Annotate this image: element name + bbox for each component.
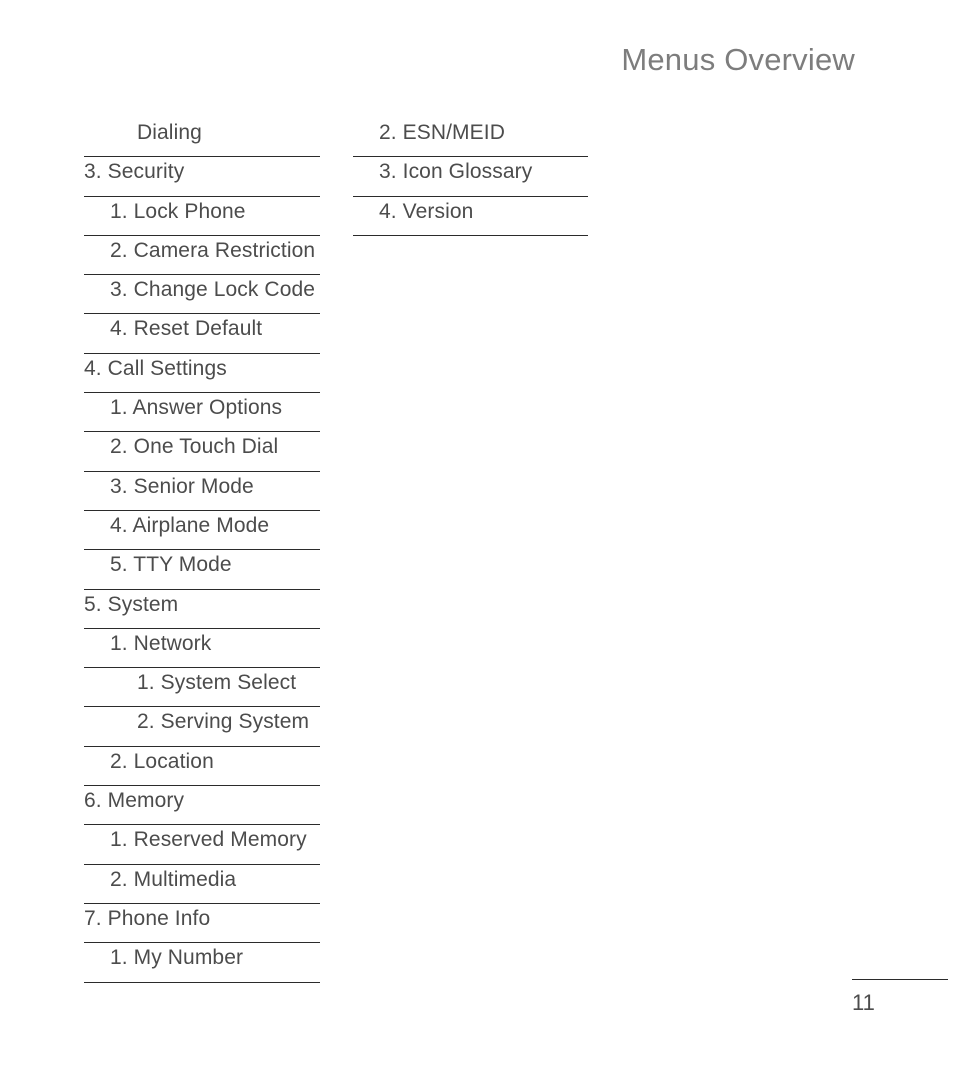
menu-item-label: 2. One Touch Dial xyxy=(110,435,279,459)
menu-item-label: 7. Phone Info xyxy=(84,906,211,930)
menu-item-label: 3. Change Lock Code xyxy=(110,278,316,302)
menu-item-label: 4. Reset Default xyxy=(110,317,263,341)
menu-item-row: 2. Location xyxy=(84,747,320,787)
menu-item-row: 2. ESN/MEID xyxy=(353,118,588,158)
menu-item-row: Dialing xyxy=(84,118,320,158)
menu-item-row: 1. Reserved Memory xyxy=(84,825,320,865)
menu-item-row: 4. Call Settings xyxy=(84,354,320,394)
menu-item-row: 6. Memory xyxy=(84,786,320,826)
menu-item-label: 5. System xyxy=(84,592,179,616)
menu-item-label: 3. Senior Mode xyxy=(110,474,254,498)
menu-item-label: 2. Location xyxy=(110,749,214,773)
menu-item-label: 1. My Number xyxy=(110,946,244,970)
menu-item-label: 1. System Select xyxy=(137,671,297,695)
menu-item-label: 4. Call Settings xyxy=(84,356,227,380)
menu-item-row: 5. System xyxy=(84,590,320,629)
menu-item-label: 1. Lock Phone xyxy=(110,199,246,223)
menu-item-row: 2. Serving System xyxy=(84,707,320,747)
page-number: 11 xyxy=(852,990,875,1015)
menu-item-row: 1. Network xyxy=(84,629,320,669)
menus-overview-columns: Dialing 3. Security 1. Lock Phone 2. Camera… xyxy=(0,0,954,1000)
menu-list-left-column: Dialing 3. Security 1. Lock Phone 2. Camera… xyxy=(84,118,320,983)
menu-item-label: 3. Icon Glossary xyxy=(379,160,533,184)
menu-item-row: 2. Camera Restriction xyxy=(84,236,320,276)
menu-item-label: 2. Serving System xyxy=(137,710,310,734)
menu-item-row: 2. Multimedia xyxy=(84,865,320,904)
menu-item-label: 4. Airplane Mode xyxy=(110,513,270,537)
menu-item-label: 1. Network xyxy=(110,631,212,655)
menu-item-label: 2. ESN/MEID xyxy=(379,121,505,144)
menu-item-row: 1. System Select xyxy=(84,668,320,708)
menu-list-right-column: 2. ESN/MEID 3. Icon Glossary 4. Version xyxy=(353,118,588,236)
menu-item-row: 1. My Number xyxy=(84,943,320,983)
menu-item-row: 1. Answer Options xyxy=(84,393,320,433)
menu-item-row: 4. Airplane Mode xyxy=(84,511,320,551)
menu-item-row: 4. Version xyxy=(353,197,588,236)
menu-item-row: 3. Icon Glossary xyxy=(353,157,588,197)
menu-item-label: 1. Answer Options xyxy=(110,396,283,420)
menu-item-label: 2. Camera Restriction xyxy=(110,238,316,262)
menu-item-row: 3. Senior Mode xyxy=(84,472,320,511)
menu-item-row: 4. Reset Default xyxy=(84,314,320,354)
menu-item-row: 1. Lock Phone xyxy=(84,197,320,236)
menu-item-row: 3. Security xyxy=(84,157,320,197)
menu-item-label: 4. Version xyxy=(379,199,474,223)
menu-item-row: 3. Change Lock Code xyxy=(84,275,320,315)
page-footer: 11 xyxy=(852,979,948,1016)
menu-item-row: 2. One Touch Dial xyxy=(84,432,320,472)
menu-item-row: 7. Phone Info xyxy=(84,904,320,944)
menu-item-label: 6. Memory xyxy=(84,789,185,813)
menu-item-label: 5. TTY Mode xyxy=(110,553,232,577)
menu-item-label: Dialing xyxy=(137,121,202,144)
menu-item-row: 5. TTY Mode xyxy=(84,550,320,590)
menu-item-label: 3. Security xyxy=(84,160,185,184)
menu-item-label: 1. Reserved Memory xyxy=(110,828,307,852)
menu-item-label: 2. Multimedia xyxy=(110,867,237,891)
footer-divider xyxy=(852,979,948,980)
